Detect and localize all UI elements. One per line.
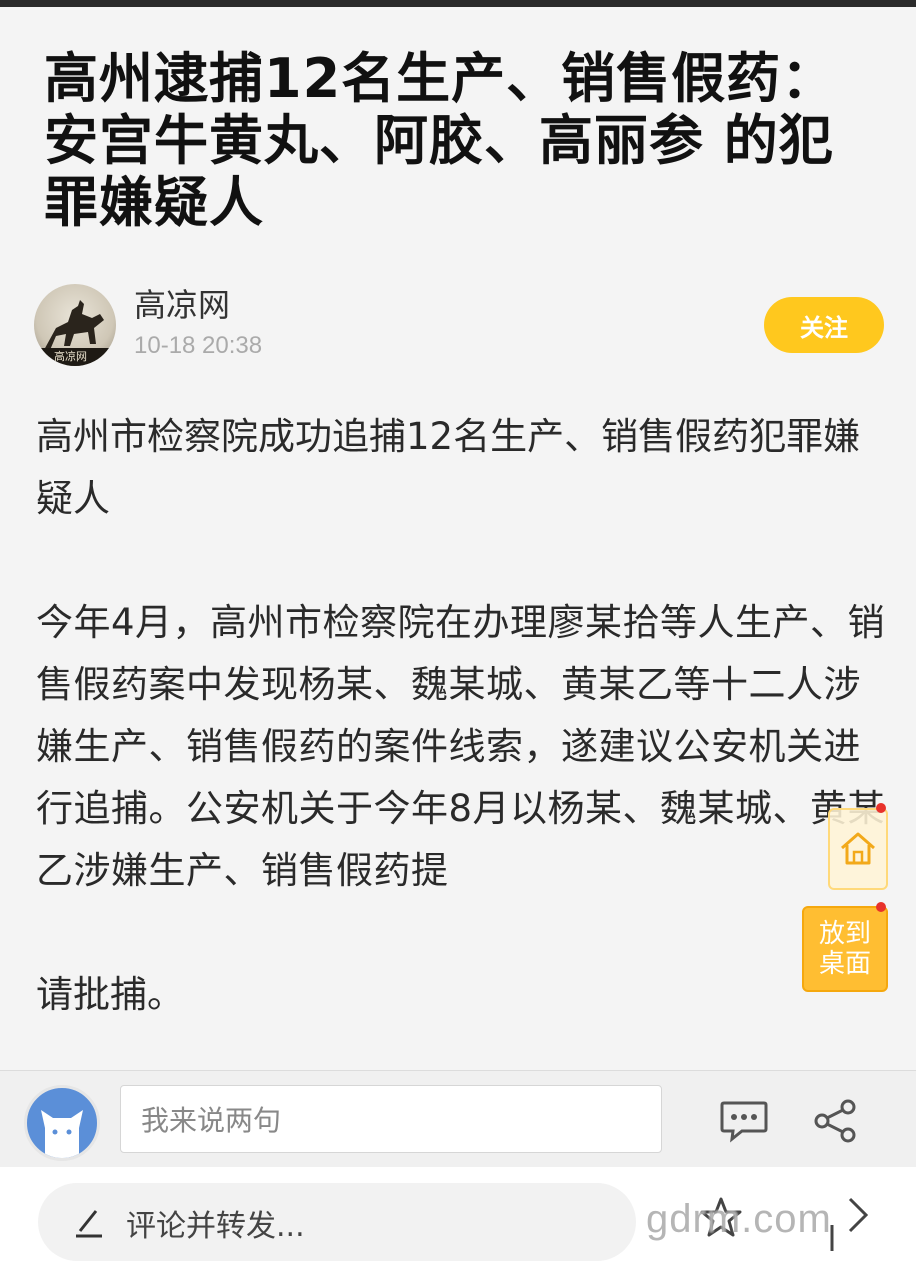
repost-label: 评论并转发...	[126, 1209, 305, 1244]
float-home-button[interactable]	[828, 808, 888, 890]
publish-time: 10-18 20:38	[134, 332, 263, 359]
paragraph: 今年4月，高州市检察院在办理廖某拾等人生产、销售假药案中发现杨某、魏某城、黄某乙…	[36, 601, 886, 892]
author-row: 高凉网 高凉网 10-18 20:38 关注	[34, 280, 884, 370]
paragraph: 请批捕。	[36, 973, 184, 1016]
add-to-desktop-button[interactable]: 放到桌面	[802, 906, 888, 992]
comment-icon[interactable]	[718, 1099, 770, 1143]
comment-bar: 我来说两句	[0, 1070, 916, 1167]
article-title: 高州逮捕12名生产、销售假药：安宫牛黄丸、阿胶、高丽参 的犯罪嫌疑人	[44, 47, 837, 234]
add-to-desktop-label: 放到桌面	[818, 919, 871, 979]
default-avatar-icon	[41, 1110, 83, 1158]
notification-dot	[876, 803, 886, 813]
share-icon[interactable]	[812, 1097, 860, 1145]
paragraph: 高州市检察院成功追捕12名生产、销售假药犯罪嫌疑人	[36, 415, 861, 520]
watermark-text: gdrm.com	[646, 1197, 832, 1241]
bottom-bar: 评论并转发... gdrm.com	[0, 1167, 916, 1280]
notification-dot	[876, 902, 886, 912]
article-body: 高州市检察院成功追捕12名生产、销售假药犯罪嫌疑人 今年4月，高州市检察院在办理…	[36, 406, 886, 1026]
author-avatar[interactable]: 高凉网	[34, 284, 116, 366]
user-avatar[interactable]	[24, 1085, 100, 1161]
repost-input[interactable]: 评论并转发...	[38, 1183, 636, 1261]
author-name[interactable]: 高凉网	[134, 280, 230, 326]
next-icon[interactable]	[828, 1195, 868, 1255]
status-strip	[0, 0, 916, 7]
pen-icon	[76, 1210, 102, 1238]
follow-button[interactable]: 关注	[764, 297, 884, 353]
home-icon	[841, 832, 875, 865]
avatar-logo-text: 高凉网	[54, 350, 87, 363]
comment-input[interactable]: 我来说两句	[120, 1085, 662, 1153]
